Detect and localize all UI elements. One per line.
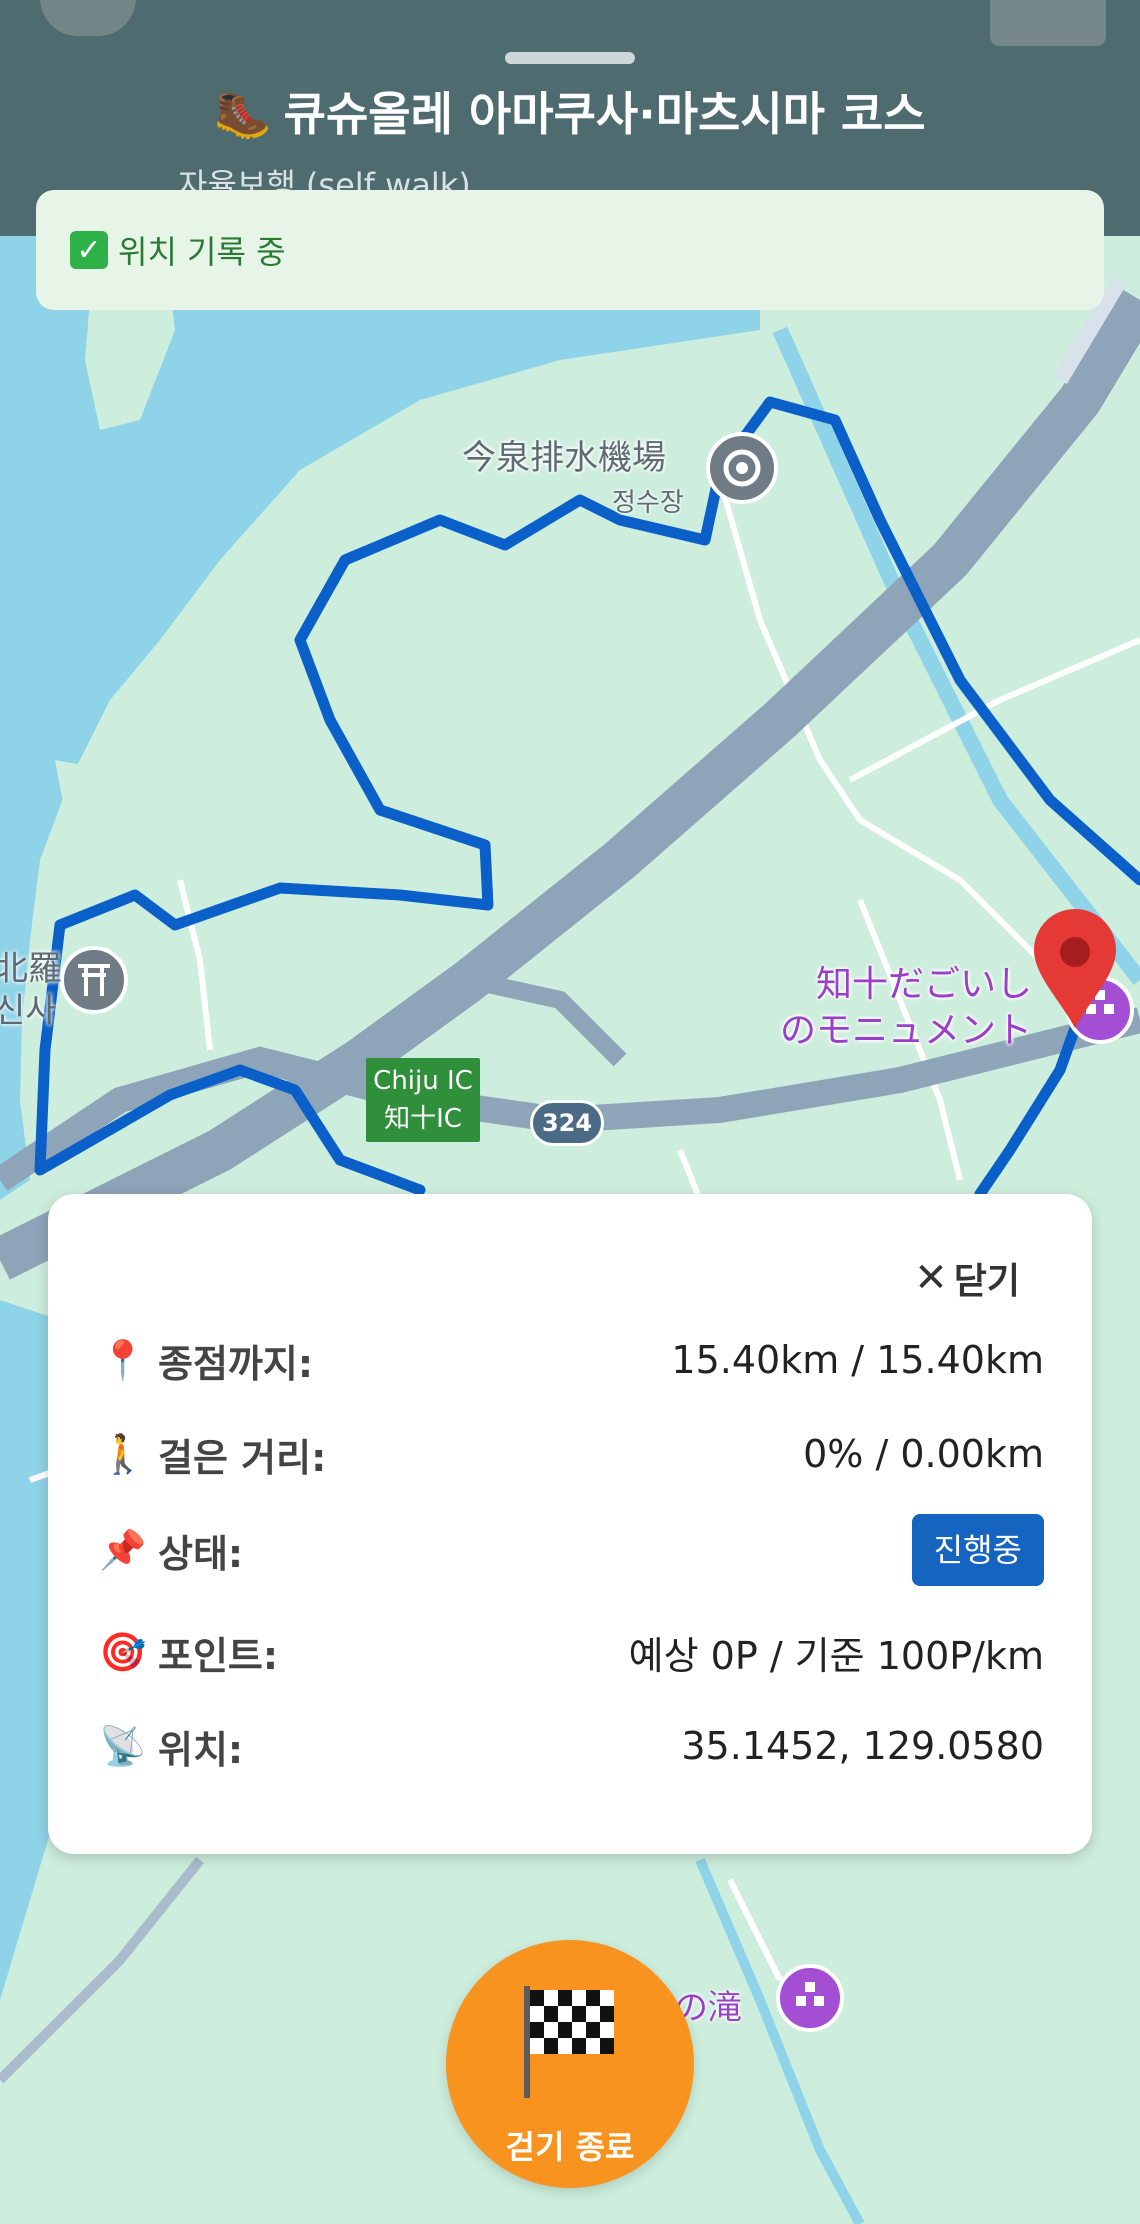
info-row-remaining: 📍 종점까지: 15.40km / 15.40km <box>98 1330 1044 1390</box>
info-row-points: 🎯 포인트: 예상 0P / 기준 100P/km <box>98 1622 1044 1682</box>
status-badge: 진행중 <box>911 1514 1044 1586</box>
close-button[interactable]: ✕ 닫기 <box>914 1252 1020 1304</box>
recording-status-banner: ✓ 위치 기록 중 <box>36 190 1104 310</box>
map-control-button-right[interactable] <box>990 0 1106 46</box>
close-label: 닫기 <box>953 1261 1020 1302</box>
monument-label-line1: 知十だごいし <box>816 964 1033 1005</box>
satellite-icon: 📡 <box>99 1723 147 1768</box>
map-control-button-left[interactable] <box>40 0 136 36</box>
target-icon: 🎯 <box>99 1629 147 1674</box>
drag-handle[interactable] <box>505 52 635 64</box>
pumping-station-marker[interactable] <box>706 432 778 504</box>
interchange-label-jp: 知十IC <box>384 1104 462 1134</box>
shrine-label: 北羅 신사 <box>0 948 62 1032</box>
walker-icon: 🚶 <box>99 1431 147 1476</box>
info-value: 예상 0P / 기준 100P/km <box>628 1633 1044 1678</box>
info-label: 포인트: <box>158 1633 279 1678</box>
pin-icon: 📍 <box>99 1337 147 1382</box>
info-value: 0% / 0.00km <box>803 1432 1044 1476</box>
monument-label: 知十だごいし のモニュメント <box>780 962 1032 1054</box>
info-row-location: 📡 위치: 35.1452, 129.0580 <box>98 1716 1044 1776</box>
shrine-label-line1: 北羅 <box>0 949 62 989</box>
route-number-shield: 324 <box>530 1100 604 1146</box>
info-value: 35.1452, 129.0580 <box>681 1724 1044 1768</box>
end-walk-label: 걷기 종료 <box>505 2128 635 2166</box>
info-label: 상태: <box>158 1531 244 1576</box>
info-label: 종점까지: <box>158 1341 314 1386</box>
waterfall-poi-marker[interactable] <box>776 1964 844 2032</box>
checkered-flag-icon <box>524 1986 614 2098</box>
course-title-text: 큐슈올레 아마쿠사·마츠시마 코스 <box>283 87 926 141</box>
interchange-label-en: Chiju IC <box>373 1066 473 1096</box>
pumping-station-label: 今泉排水機場 <box>462 438 666 478</box>
interchange-sign: Chiju IC 知十IC <box>366 1058 480 1142</box>
shrine-label-line2: 신사 <box>0 991 57 1031</box>
boot-icon: 🥾 <box>214 87 272 141</box>
pushpin-icon: 📌 <box>99 1527 147 1572</box>
pumping-station-sub-label: 정수장 <box>612 488 684 518</box>
check-box-icon: ✓ <box>70 231 108 269</box>
info-row-status: 📌 상태: 진행중 <box>98 1514 1044 1586</box>
info-label: 위치: <box>158 1727 244 1772</box>
shrine-marker[interactable] <box>60 946 128 1014</box>
recording-status-text: 위치 기록 중 <box>118 233 286 271</box>
walk-info-card: ✕ 닫기 📍 종점까지: 15.40km / 15.40km 🚶 걸은 거리: … <box>48 1194 1092 1854</box>
monument-label-line2: のモニュメント <box>780 1010 1033 1051</box>
end-walk-button[interactable]: 걷기 종료 <box>446 1940 694 2188</box>
course-title: 🥾 큐슈올레 아마쿠사·마츠시마 코스 <box>0 78 1140 144</box>
info-label: 걸은 거리: <box>158 1435 327 1480</box>
info-value: 15.40km / 15.40km <box>671 1338 1044 1382</box>
info-row-walked: 🚶 걸은 거리: 0% / 0.00km <box>98 1424 1044 1484</box>
close-icon: ✕ <box>914 1255 948 1301</box>
